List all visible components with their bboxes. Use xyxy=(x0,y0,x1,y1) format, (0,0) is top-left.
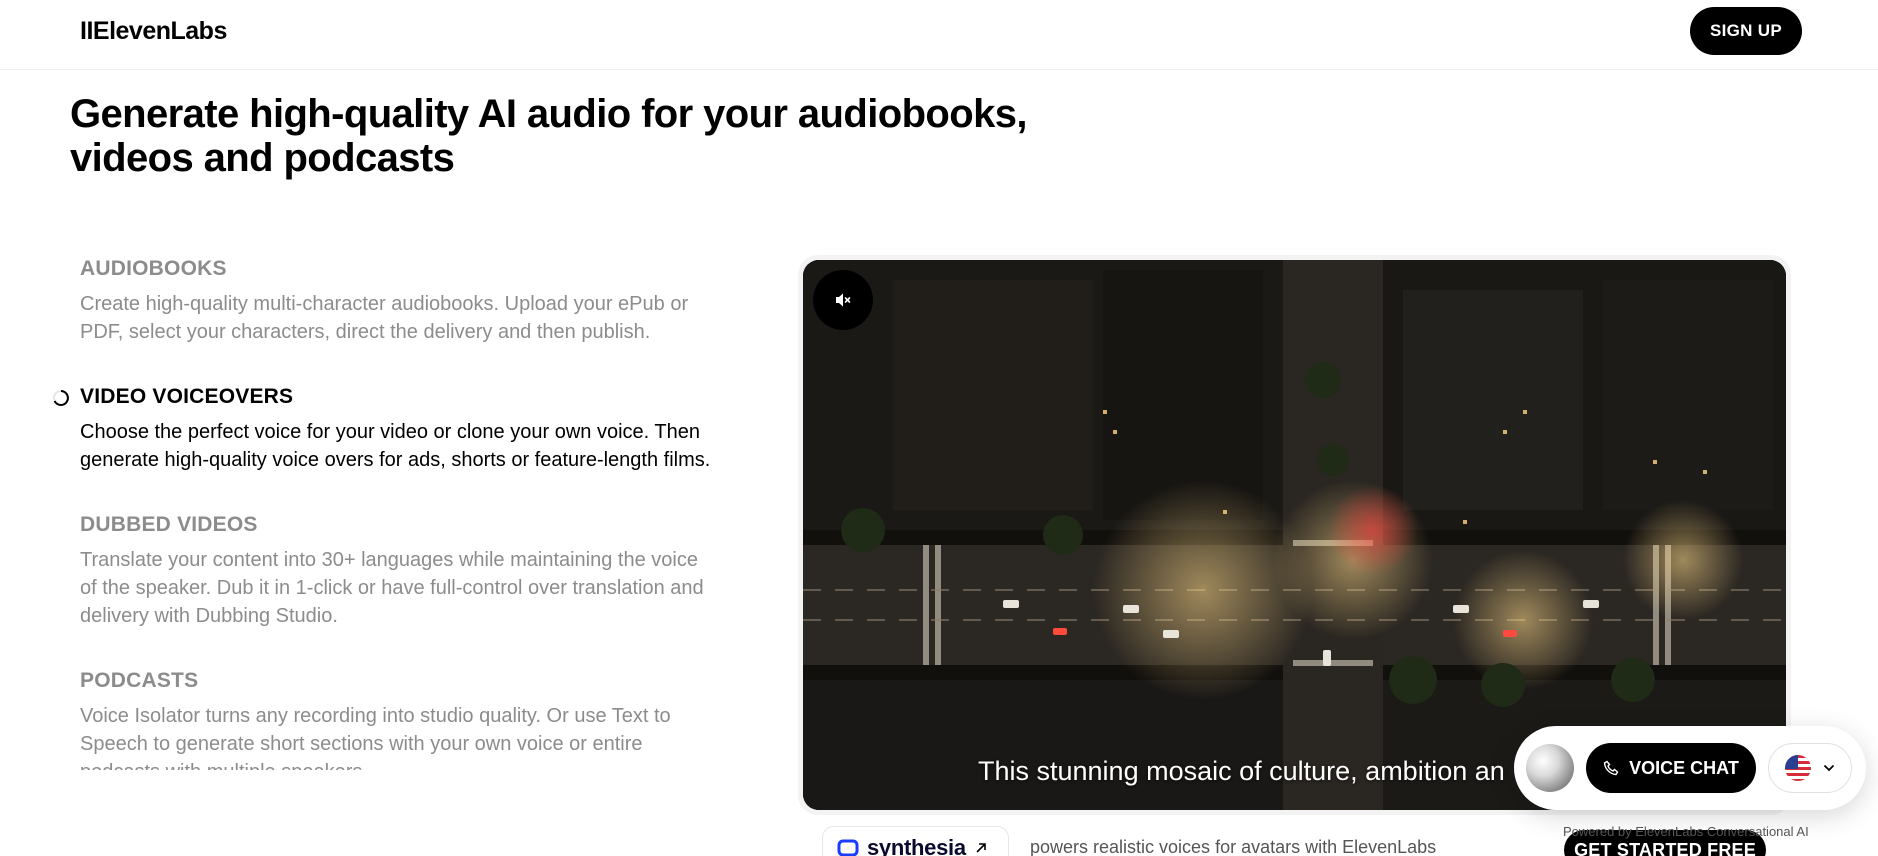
chevron-down-icon xyxy=(1823,764,1835,772)
title-line-1: Generate high-quality AI audio for your … xyxy=(70,92,1027,136)
phone-icon xyxy=(1603,760,1619,776)
speaker-muted-icon xyxy=(836,293,851,307)
partner-link[interactable]: synthesia xyxy=(822,826,1009,856)
feature-description: Voice Isolator turns any recording into … xyxy=(80,705,671,770)
voice-orb-icon[interactable] xyxy=(1526,744,1574,792)
us-flag-icon xyxy=(1785,755,1811,781)
synthesia-logo-icon xyxy=(837,839,859,856)
page-title: Generate high-quality AI audio for your … xyxy=(70,92,1070,180)
title-line-2: videos and podcasts xyxy=(70,136,455,180)
voice-chat-label: VOICE CHAT xyxy=(1629,757,1739,778)
voice-chat-button[interactable]: VOICE CHAT xyxy=(1586,743,1756,793)
language-select[interactable] xyxy=(1768,743,1852,793)
sign-up-button[interactable]: SIGN UP xyxy=(1690,7,1802,55)
video-caption: This stunning mosaic of culture, ambitio… xyxy=(978,756,1505,786)
feature-title: VIDEO VOICEOVERS xyxy=(80,385,294,408)
voice-chat-widget: VOICE CHAT xyxy=(1514,726,1866,810)
feature-title: DUBBED VIDEOS xyxy=(80,513,258,536)
feature-audiobooks[interactable]: AUDIOBOOKS Create high-quality multi-cha… xyxy=(80,254,720,346)
powered-by-text[interactable]: Powered by ElevenLabs Conversational AI xyxy=(1563,824,1809,839)
feature-video-voiceovers[interactable]: VIDEO VOICEOVERS Choose the perfect voic… xyxy=(53,382,720,474)
feature-title: AUDIOBOOKS xyxy=(80,257,227,280)
site-header: IIElevenLabs SIGN UP xyxy=(0,0,1878,70)
external-link-arrow-icon xyxy=(976,843,986,853)
feature-description: Translate your content into 30+ language… xyxy=(80,549,704,627)
partner-name: synthesia xyxy=(867,835,966,856)
feature-podcasts[interactable]: PODCASTS Voice Isolator turns any record… xyxy=(80,666,720,770)
feature-list: AUDIOBOOKS Create high-quality multi-cha… xyxy=(53,254,720,806)
feature-description: Create high-quality multi-character audi… xyxy=(80,293,689,343)
elevenlabs-logo[interactable]: IIElevenLabs xyxy=(80,16,227,46)
progress-ring-icon xyxy=(53,390,69,406)
feature-description: Choose the perfect voice for your video … xyxy=(80,421,711,471)
partner-description: powers realistic voices for avatars with… xyxy=(1030,837,1437,856)
mute-toggle-button[interactable] xyxy=(813,270,873,330)
feature-dubbed-videos[interactable]: DUBBED VIDEOS Translate your content int… xyxy=(80,510,720,630)
feature-title: PODCASTS xyxy=(80,669,199,692)
